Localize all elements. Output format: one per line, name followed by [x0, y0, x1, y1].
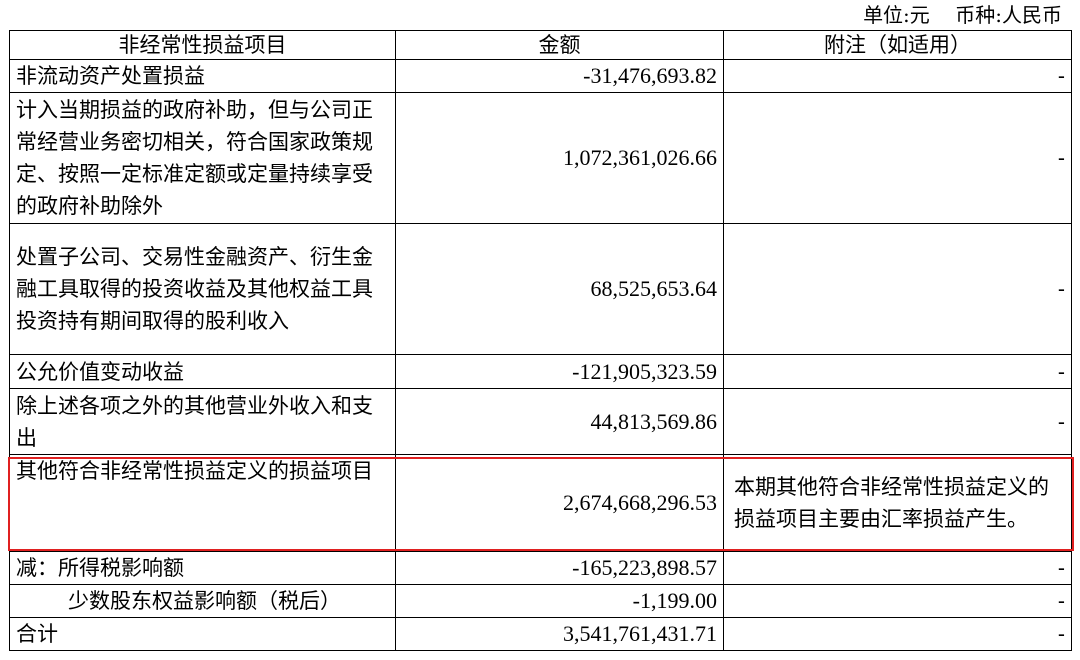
- row-amount: 44,813,569.86: [395, 388, 724, 455]
- table-row: 除上述各项之外的其他营业外收入和支出 44,813,569.86 -: [9, 388, 1072, 455]
- row-item: 合计: [9, 617, 396, 651]
- table-row: 非流动资产处置损益 -31,476,693.82 -: [9, 59, 1072, 93]
- row-item: 其他符合非经常性损益定义的损益项目: [9, 454, 396, 552]
- table-row-total: 合计 3,541,761,431.71 -: [9, 617, 1072, 651]
- row-item: 公允价值变动收益: [9, 354, 396, 389]
- unit-label: 单位:元: [863, 3, 930, 27]
- currency-label: 币种:人民币: [955, 3, 1062, 27]
- row-item: 处置子公司、交易性金融资产、衍生金融工具取得的投资收益及其他权益工具投资持有期间…: [9, 223, 396, 355]
- row-note: -: [723, 354, 1072, 389]
- table-row-highlighted: 其他符合非经常性损益定义的损益项目 2,674,668,296.53 本期其他符…: [9, 454, 1072, 552]
- row-note: -: [723, 92, 1072, 224]
- table-row: 计入当期损益的政府补助，但与公司正常经营业务密切相关，符合国家政策规定、按照一定…: [9, 92, 1072, 224]
- column-header-note: 附注（如适用）: [723, 30, 1072, 60]
- row-note: -: [723, 551, 1072, 585]
- row-amount: 68,525,653.64: [395, 223, 724, 355]
- row-amount: -121,905,323.59: [395, 354, 724, 389]
- row-item: 少数股东权益影响额（税后）: [9, 584, 396, 618]
- row-item: 减：所得税影响额: [9, 551, 396, 585]
- table-row: 减：所得税影响额 -165,223,898.57 -: [9, 551, 1072, 585]
- row-note: 本期其他符合非经常性损益定义的损益项目主要由汇率损益产生。: [723, 454, 1072, 552]
- row-note: -: [723, 584, 1072, 618]
- row-note: -: [723, 223, 1072, 355]
- table-row: 处置子公司、交易性金融资产、衍生金融工具取得的投资收益及其他权益工具投资持有期间…: [9, 223, 1072, 355]
- row-amount: 1,072,361,026.66: [395, 92, 724, 224]
- row-item: 非流动资产处置损益: [9, 59, 396, 93]
- row-amount: 2,674,668,296.53: [395, 454, 724, 552]
- table-row: 公允价值变动收益 -121,905,323.59 -: [9, 354, 1072, 389]
- unit-currency-line: 单位:元 币种:人民币: [863, 0, 1062, 30]
- non-recurring-gains-table: 非经常性损益项目 金额 附注（如适用） 非流动资产处置损益 -31,476,69…: [9, 30, 1072, 651]
- row-amount: 3,541,761,431.71: [395, 617, 724, 651]
- row-amount: -165,223,898.57: [395, 551, 724, 585]
- row-amount: -31,476,693.82: [395, 59, 724, 93]
- row-item: 计入当期损益的政府补助，但与公司正常经营业务密切相关，符合国家政策规定、按照一定…: [9, 92, 396, 224]
- row-amount: -1,199.00: [395, 584, 724, 618]
- column-header-item: 非经常性损益项目: [9, 30, 396, 60]
- table-row: 少数股东权益影响额（税后） -1,199.00 -: [9, 584, 1072, 618]
- row-note: -: [723, 388, 1072, 455]
- column-header-amount: 金额: [395, 30, 724, 60]
- table-header-row: 非经常性损益项目 金额 附注（如适用）: [9, 30, 1072, 60]
- row-note: -: [723, 617, 1072, 651]
- row-item: 除上述各项之外的其他营业外收入和支出: [9, 388, 396, 455]
- row-note: -: [723, 59, 1072, 93]
